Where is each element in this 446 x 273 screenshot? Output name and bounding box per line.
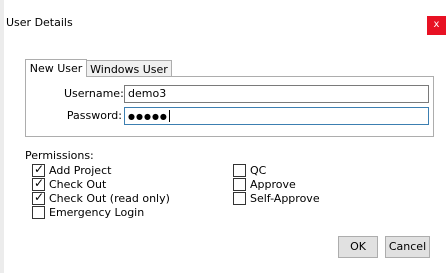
permissions-label: Permissions: xyxy=(25,149,94,162)
checkmark-icon: ✓ xyxy=(34,162,45,176)
username-value: demo3 xyxy=(128,87,167,100)
dialog-title: User Details xyxy=(6,16,73,29)
emergency-login-label: Emergency Login xyxy=(49,206,145,219)
check-out-read-only-checkbox[interactable]: ✓ xyxy=(32,190,45,205)
ok-button[interactable]: OK xyxy=(338,236,378,258)
text-caret xyxy=(168,110,170,122)
window-edge xyxy=(0,0,4,273)
checkmark-icon: ✓ xyxy=(34,176,45,190)
emergency-login-checkbox[interactable] xyxy=(32,206,45,219)
user-details-dialog: User Details x New User Windows User Use… xyxy=(0,0,446,273)
add-project-label: Add Project xyxy=(49,164,112,177)
checkmark-icon: ✓ xyxy=(34,190,45,204)
self-approve-label: Self-Approve xyxy=(250,192,320,205)
self-approve-checkbox[interactable] xyxy=(233,192,246,205)
qc-checkbox[interactable] xyxy=(233,164,246,177)
password-input[interactable]: ●●●●● xyxy=(124,107,429,125)
tab-new-user[interactable]: New User xyxy=(25,59,87,77)
new-user-tab-panel: Username: demo3 Password: ●●●●● xyxy=(25,76,434,137)
check-out-label: Check Out xyxy=(49,178,107,191)
check-out-read-only-label: Check Out (read only) xyxy=(49,192,170,205)
password-value: ●●●●● xyxy=(128,112,168,121)
approve-label: Approve xyxy=(250,178,296,191)
username-input[interactable]: demo3 xyxy=(124,85,429,103)
approve-checkbox[interactable] xyxy=(233,178,246,191)
username-label: Username: xyxy=(64,87,124,100)
qc-label: QC xyxy=(250,164,267,177)
cancel-button[interactable]: Cancel xyxy=(385,236,430,258)
close-button[interactable]: x xyxy=(427,16,446,35)
password-label: Password: xyxy=(66,109,122,122)
